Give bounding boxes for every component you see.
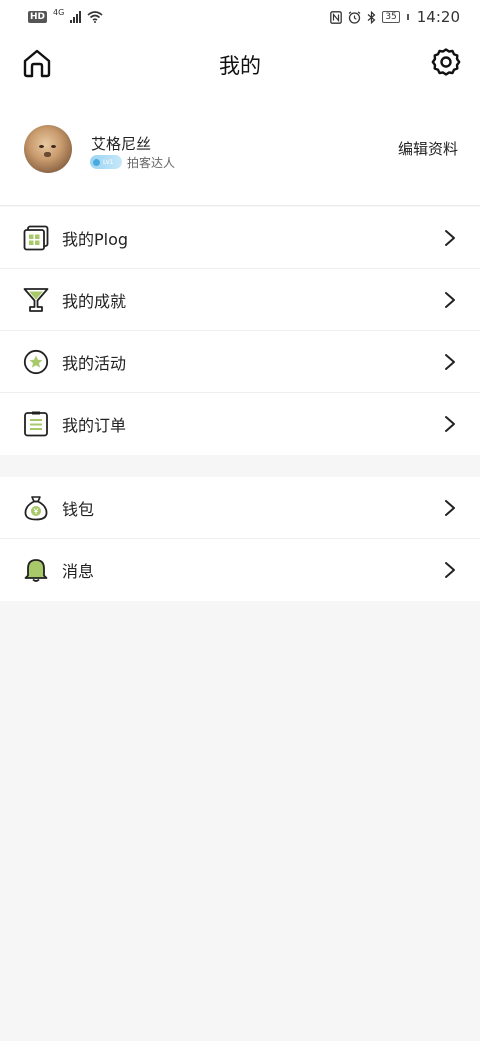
menu-item-plog[interactable]: 我的Plog	[0, 207, 480, 269]
page-header: 我的	[0, 34, 480, 96]
avatar-detail	[39, 145, 44, 148]
status-time: 14:20	[416, 8, 460, 26]
gear-icon[interactable]	[430, 47, 462, 79]
status-right: 35 14:20	[330, 8, 460, 26]
chevron-right-icon	[445, 292, 455, 308]
menu-item-label: 我的活动	[62, 353, 127, 373]
page-title: 我的	[219, 54, 261, 78]
username: 艾格尼丝	[91, 135, 152, 153]
profile-card[interactable]: 艾格尼丝 LV1 拍客达人 编辑资料	[0, 96, 480, 206]
trophy-icon	[23, 288, 49, 312]
level-title: 拍客达人	[127, 156, 176, 170]
order-list-icon	[24, 411, 48, 437]
menu-item-activities[interactable]: 我的活动	[0, 331, 480, 393]
signal-icon	[70, 11, 82, 23]
chevron-right-icon	[445, 416, 455, 432]
menu-group-main: 我的Plog 我的成就 我的活动 我的订单	[0, 207, 480, 455]
menu-item-label: 我的成就	[62, 291, 127, 311]
menu-item-messages[interactable]: 消息	[0, 539, 480, 601]
network-type: 4G	[53, 7, 65, 17]
level-badge-text: LV1	[103, 158, 114, 166]
nfc-icon	[330, 10, 343, 24]
menu-item-wallet[interactable]: 钱包	[0, 477, 480, 539]
battery-tip	[406, 14, 409, 20]
chevron-right-icon	[445, 230, 455, 246]
avatar-detail	[44, 152, 51, 157]
home-icon[interactable]	[22, 48, 52, 78]
hd-badge: HD	[28, 11, 48, 23]
level-badge: LV1	[90, 155, 122, 169]
avatar[interactable]	[24, 125, 72, 173]
star-badge-icon	[23, 349, 49, 375]
bell-icon	[24, 559, 48, 582]
battery-level: 35	[385, 12, 397, 22]
edit-profile-button[interactable]: 编辑资料	[398, 138, 458, 159]
battery-icon: 35	[382, 11, 400, 23]
avatar-detail	[51, 145, 56, 148]
menu-group-secondary: 钱包 消息	[0, 477, 480, 601]
status-left: HD 4G	[28, 7, 103, 23]
menu-item-label: 消息	[62, 562, 95, 581]
wifi-icon	[87, 11, 103, 23]
alarm-icon	[348, 10, 361, 24]
menu-item-label: 我的Plog	[62, 229, 129, 249]
plog-icon	[23, 225, 49, 251]
status-bar: HD 4G 35 14:20	[0, 0, 480, 34]
money-bag-icon	[24, 496, 48, 521]
bluetooth-icon	[367, 10, 376, 24]
menu-item-achievements[interactable]: 我的成就	[0, 269, 480, 331]
chevron-right-icon	[445, 354, 455, 370]
menu-item-orders[interactable]: 我的订单	[0, 393, 480, 455]
chevron-right-icon	[445, 500, 455, 516]
menu-item-label: 钱包	[62, 499, 95, 519]
menu-item-label: 我的订单	[62, 416, 127, 435]
chevron-right-icon	[445, 562, 455, 578]
level-dot-icon	[93, 158, 100, 166]
